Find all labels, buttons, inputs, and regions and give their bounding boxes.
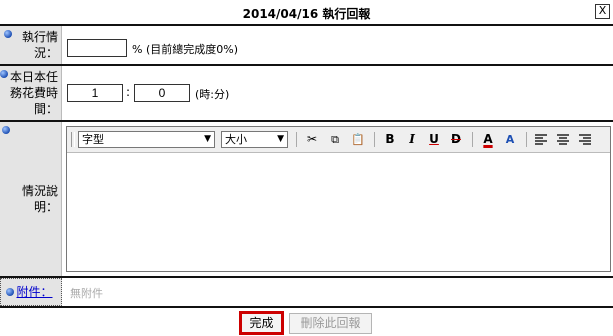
toolbar-divider (526, 132, 527, 147)
dialog-titlebar: 2014/04/16 執行回報 X (0, 0, 613, 25)
chevron-down-icon: ▼ (204, 134, 211, 144)
editor-body[interactable] (67, 153, 610, 271)
bullet-icon (4, 30, 12, 38)
toolbar-divider (472, 132, 473, 147)
report-form: 執行情況： % (目前總完成度0%) 本日本任務花費時間： : (時:分) 情況… (0, 24, 613, 308)
strikethrough-icon[interactable]: D (447, 131, 465, 148)
time-label: 本日本任務花費時間： (10, 70, 59, 116)
time-label-cell: 本日本任務花費時間： (0, 66, 62, 120)
size-select[interactable]: 大小 ▼ (221, 131, 288, 148)
font-select[interactable]: 字型 ▼ (78, 131, 215, 148)
attachment-content: 無附件 (63, 278, 613, 306)
progress-label-cell: 執行情況： (0, 26, 62, 64)
highlight-color-icon[interactable]: A (501, 131, 519, 148)
close-icon[interactable]: X (595, 4, 610, 19)
italic-icon[interactable]: I (403, 131, 421, 148)
font-select-value: 字型 (82, 133, 104, 146)
align-right-icon[interactable] (576, 131, 594, 148)
toolbar-divider (296, 132, 297, 147)
toolbar-divider (374, 132, 375, 147)
copy-icon[interactable]: ⧉ (326, 131, 344, 148)
paste-icon[interactable]: 📋 (349, 131, 367, 148)
progress-row: 執行情況： % (目前總完成度0%) (0, 26, 613, 66)
attachment-label-cell[interactable]: 附件： (0, 278, 62, 306)
submit-button[interactable]: 完成 (239, 311, 284, 335)
time-content: : (時:分) (63, 66, 613, 120)
attachment-row: 附件： 無附件 (0, 278, 613, 308)
button-bar: 完成 刪除此回報 (0, 311, 613, 336)
time-unit: (時:分) (195, 88, 230, 101)
progress-input[interactable] (67, 39, 127, 57)
bullet-icon (2, 126, 10, 134)
progress-hint: % (目前總完成度0%) (132, 43, 238, 56)
bullet-icon (0, 70, 8, 78)
progress-label: 執行情況： (21, 30, 58, 60)
bullet-icon (6, 288, 15, 296)
progress-content: % (目前總完成度0%) (63, 26, 613, 64)
underline-icon[interactable]: U (425, 131, 443, 148)
rich-text-editor: 字型 ▼ 大小 ▼ ✂ ⧉ 📋 B I U D A A (66, 126, 611, 272)
minutes-input[interactable] (134, 84, 190, 102)
size-select-value: 大小 (225, 133, 247, 146)
align-center-icon[interactable] (554, 131, 572, 148)
cut-icon[interactable]: ✂ (303, 131, 321, 148)
description-label-cell: 情況說明： (0, 122, 62, 276)
editor-toolbar: 字型 ▼ 大小 ▼ ✂ ⧉ 📋 B I U D A A (67, 127, 610, 153)
time-row: 本日本任務花費時間： : (時:分) (0, 66, 613, 122)
align-left-icon[interactable] (532, 131, 550, 148)
toolbar-grip (71, 132, 75, 147)
dialog-title: 2014/04/16 執行回報 (242, 7, 371, 21)
description-label: 情況說明： (21, 184, 58, 214)
description-row: 情況說明： 字型 ▼ 大小 ▼ ✂ ⧉ 📋 B I U D A A (0, 122, 613, 278)
description-content: 字型 ▼ 大小 ▼ ✂ ⧉ 📋 B I U D A A (63, 122, 613, 276)
hours-input[interactable] (67, 84, 123, 102)
attachment-link[interactable]: 附件： (16, 284, 52, 300)
time-separator: : (126, 85, 131, 99)
chevron-down-icon: ▼ (277, 134, 284, 144)
bold-icon[interactable]: B (381, 131, 399, 148)
delete-report-button[interactable]: 刪除此回報 (289, 313, 372, 334)
font-color-icon[interactable]: A (479, 131, 497, 148)
attachment-value: 無附件 (70, 287, 103, 300)
